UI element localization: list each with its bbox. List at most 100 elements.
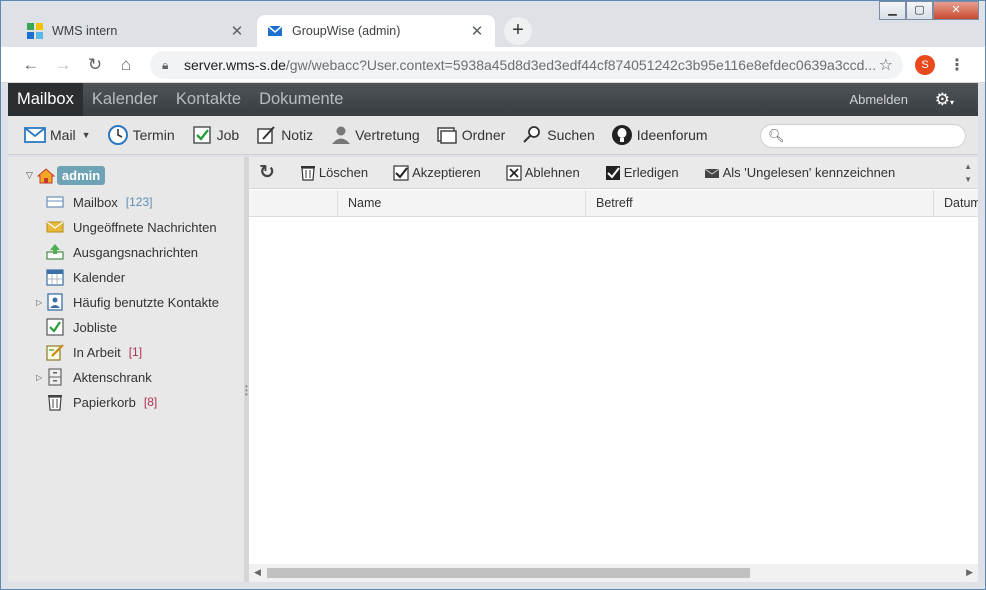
forward-icon[interactable]: → [53, 55, 73, 75]
column-name[interactable]: Name [337, 190, 585, 217]
outbox-icon [46, 244, 64, 260]
folder-label: Jobliste [73, 319, 118, 335]
suchen-button[interactable]: Suchen [505, 116, 595, 155]
termin-label: Termin [132, 127, 175, 143]
trash-icon [300, 165, 315, 181]
job-button[interactable]: Job [175, 116, 239, 155]
delete-button[interactable]: Löschen [275, 157, 368, 189]
tab-title: GroupWise (admin) [292, 24, 401, 38]
url-field[interactable]: 🔒︎ server.wms-s.de/gw/webacc?User.contex… [150, 51, 903, 79]
mark-unread-label: Als 'Ungelesen' kennzeichnen [722, 165, 896, 180]
accept-label: Akzeptieren [412, 165, 481, 180]
folder-kalender[interactable]: Kalender [46, 266, 125, 288]
suchen-label: Suchen [547, 127, 595, 143]
tree-root-label: admin [56, 166, 106, 185]
user-proxy-icon [332, 126, 351, 144]
folder-kontakte[interactable]: ▷ Häufig benutzte Kontakte [36, 291, 219, 313]
window-close-button[interactable]: ✕ [933, 1, 979, 20]
collapse-triangle-icon[interactable]: ▽ [26, 170, 33, 181]
termin-button[interactable]: Termin [91, 116, 175, 155]
home-icon [36, 167, 55, 183]
nav-kontakte[interactable]: Kontakte [167, 83, 250, 116]
scrollbar-thumb[interactable] [267, 568, 750, 578]
nav-mailbox[interactable]: Mailbox [8, 83, 83, 116]
close-icon[interactable]: ✕ [469, 22, 485, 40]
folder-in-arbeit[interactable]: In Arbeit [1] [46, 341, 142, 363]
tab-groupwise[interactable]: GroupWise (admin) ✕ [257, 15, 495, 47]
folder-label: Kalender [73, 269, 126, 285]
search-icon: 🔍︎ [768, 128, 785, 143]
checkbox-icon [192, 126, 211, 144]
folder-jobliste[interactable]: Jobliste [46, 316, 117, 338]
wms-logo-icon [27, 23, 43, 39]
mail-button[interactable]: Mail ▼ [8, 116, 91, 155]
search-input[interactable]: 🔍︎ [760, 124, 966, 148]
envelope-icon [24, 127, 46, 143]
refresh-button[interactable]: ↻ [249, 157, 275, 189]
ordner-button[interactable]: Ordner [420, 116, 505, 155]
folder-aktenschrank[interactable]: ▷ Aktenschrank [36, 366, 152, 388]
profile-avatar[interactable]: S [915, 55, 935, 75]
checkbox-icon [46, 318, 64, 336]
draft-icon [46, 344, 64, 361]
chevron-down-icon[interactable]: ▼ [82, 130, 91, 140]
find-icon [523, 126, 541, 143]
tab-wms-intern[interactable]: WMS intern ✕ [17, 15, 255, 47]
mark-unread-button[interactable]: Als 'Ungelesen' kennzeichnen [679, 157, 896, 189]
back-icon[interactable]: ← [21, 55, 41, 75]
expand-triangle-icon[interactable]: ▷ [36, 373, 42, 382]
mail-label: Mail [50, 127, 76, 143]
envelope-icon [704, 168, 719, 178]
url-host: server.wms-s.de [184, 57, 286, 73]
gear-icon[interactable]: ⚙▾ [935, 90, 954, 110]
folder-label: Häufig benutzte Kontakte [73, 294, 219, 310]
folder-ungeoeffnete[interactable]: Ungeöffnete Nachrichten [46, 216, 217, 238]
nav-kalender[interactable]: Kalender [83, 83, 167, 116]
folder-label: Ausgangsnachrichten [73, 244, 199, 260]
column-icons[interactable] [249, 190, 337, 217]
envelope-icon [267, 25, 283, 36]
trash-icon [48, 395, 62, 411]
scroll-right-icon[interactable]: ▶ [966, 567, 973, 578]
close-icon[interactable]: ✕ [229, 22, 245, 40]
maximize-button[interactable]: ▢ [906, 1, 933, 20]
minimize-button[interactable]: ▁ [879, 1, 906, 20]
envelope-icon [46, 221, 64, 233]
folder-label: Ungeöffnete Nachrichten [73, 219, 217, 235]
logout-link[interactable]: Abmelden [849, 92, 908, 107]
decline-button[interactable]: Ablehnen [481, 157, 580, 189]
folder-papierkorb[interactable]: Papierkorb [8] [46, 391, 157, 413]
ideenforum-button[interactable]: Ideenforum [595, 116, 708, 155]
browser-menu-icon[interactable]: ⋮ [949, 55, 965, 75]
scroll-left-icon[interactable]: ◀ [254, 567, 261, 578]
reload-icon[interactable]: ↻ [85, 55, 105, 75]
vertretung-button[interactable]: Vertretung [313, 116, 420, 155]
url-path: /gw/webacc?User.context=5938a45d8d3ed3ed… [285, 57, 877, 73]
nav-dokumente[interactable]: Dokumente [250, 83, 352, 116]
accept-button[interactable]: Akzeptieren [368, 157, 481, 189]
home-icon[interactable]: ⌂ [116, 55, 136, 75]
folder-mailbox[interactable]: Mailbox [123] [46, 191, 153, 213]
horizontal-scrollbar[interactable]: ◀ ▶ [249, 564, 978, 582]
complete-button[interactable]: Erledigen [580, 157, 679, 189]
column-datum[interactable]: Datum [933, 190, 978, 217]
clock-icon [107, 125, 128, 145]
tab-bar: WMS intern ✕ GroupWise (admin) ✕ + ▁ ▢ ✕ [1, 1, 985, 47]
lock-icon: 🔒︎ [162, 57, 169, 72]
expand-triangle-icon[interactable]: ▷ [36, 298, 42, 307]
bookmark-star-icon[interactable]: ☆ [879, 55, 893, 75]
complete-label: Erledigen [623, 165, 679, 180]
notiz-button[interactable]: Notiz [239, 116, 313, 155]
splitter-grip: • • • [245, 382, 248, 399]
folder-count: [123] [125, 195, 153, 209]
lightbulb-icon [611, 125, 632, 145]
column-header: Name Betreff Datum [249, 190, 978, 217]
refresh-icon: ↻ [259, 162, 275, 183]
folder-label: Aktenschrank [73, 369, 152, 385]
vertretung-label: Vertretung [355, 127, 420, 143]
folder-ausgang[interactable]: Ausgangsnachrichten [46, 241, 198, 263]
new-tab-button[interactable]: + [504, 17, 532, 45]
toolbar-scroll-arrows[interactable]: ▲ ▼ [964, 160, 972, 186]
column-betreff[interactable]: Betreff [585, 190, 933, 217]
tree-root-admin[interactable]: ▽ admin [26, 166, 106, 185]
